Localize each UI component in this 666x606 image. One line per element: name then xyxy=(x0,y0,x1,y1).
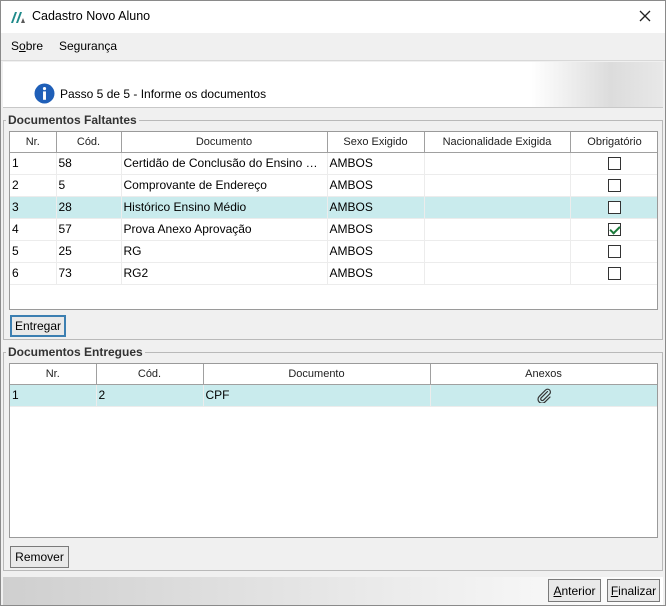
info-icon xyxy=(34,83,55,104)
finalizar-button[interactable]: Finalizar xyxy=(607,579,660,602)
app-logo-icon xyxy=(11,12,25,23)
delivered-documents-table: Nr. Cód. Documento Anexos 1 2 CPF xyxy=(9,363,658,538)
obrigatorio-checkbox[interactable] xyxy=(608,179,621,193)
cell-nr: 3 xyxy=(10,196,57,219)
cell-cod: 2 xyxy=(96,384,204,407)
table-header-row: Nr. Cód. Documento Sexo Exigido Nacional… xyxy=(10,132,657,153)
obrigatorio-checkbox[interactable] xyxy=(608,245,621,259)
col-header-documento[interactable]: Documento xyxy=(121,132,328,153)
missing-documents-table: Nr. Cód. Documento Sexo Exigido Nacional… xyxy=(9,131,658,310)
table-row[interactable]: 6 73 RG2 AMBOS xyxy=(10,262,657,285)
cell-nacionalidade xyxy=(424,240,571,263)
delivered-documents-legend: Documentos Entregues xyxy=(6,345,145,359)
col-header-documento[interactable]: Documento xyxy=(203,364,431,385)
cell-nr: 5 xyxy=(10,240,57,263)
main-window: Cadastro Novo Aluno Sobre Segurança Pass… xyxy=(0,0,666,606)
cell-obrigatorio xyxy=(570,152,657,175)
cell-cod: 5 xyxy=(56,174,122,197)
cell-documento: Histórico Ensino Médio xyxy=(121,196,328,219)
title-bar: Cadastro Novo Aluno xyxy=(1,1,665,33)
cell-anexos xyxy=(430,384,657,407)
cell-documento: RG2 xyxy=(121,262,328,285)
cell-documento: Comprovante de Endereço xyxy=(121,174,328,197)
col-header-nr[interactable]: Nr. xyxy=(10,364,97,385)
cell-nacionalidade xyxy=(424,262,571,285)
table-row[interactable]: 3 28 Histórico Ensino Médio AMBOS xyxy=(10,196,657,219)
cell-cod: 58 xyxy=(56,152,122,175)
remover-button[interactable]: Remover xyxy=(10,546,69,568)
menu-seguranca[interactable]: Segurança xyxy=(59,39,117,53)
cell-documento: CPF xyxy=(203,384,431,407)
window-title: Cadastro Novo Aluno xyxy=(32,9,151,23)
cell-nacionalidade xyxy=(424,152,571,175)
cell-sexo: AMBOS xyxy=(327,152,425,175)
cell-obrigatorio xyxy=(570,240,657,263)
cell-cod: 25 xyxy=(56,240,122,263)
footer-bar: Anterior Finalizar xyxy=(3,577,663,605)
table-header-row: Nr. Cód. Documento Anexos xyxy=(10,364,657,385)
cell-obrigatorio xyxy=(570,174,657,197)
cell-nr: 2 xyxy=(10,174,57,197)
cell-nacionalidade xyxy=(424,174,571,197)
step-banner: Passo 5 de 5 - Informe os documentos xyxy=(3,62,663,108)
cell-nr: 6 xyxy=(10,262,57,285)
obrigatorio-checkbox[interactable] xyxy=(608,201,621,215)
cell-sexo: AMBOS xyxy=(327,262,425,285)
cell-cod: 28 xyxy=(56,196,122,219)
cell-documento: RG xyxy=(121,240,328,263)
cell-obrigatorio xyxy=(570,218,657,241)
obrigatorio-checkbox[interactable] xyxy=(608,223,621,237)
cell-obrigatorio xyxy=(570,262,657,285)
table-row[interactable]: 2 5 Comprovante de Endereço AMBOS xyxy=(10,174,657,197)
col-header-nr[interactable]: Nr. xyxy=(10,132,57,153)
table-row[interactable]: 1 2 CPF xyxy=(10,384,657,407)
cell-nacionalidade xyxy=(424,196,571,219)
cell-sexo: AMBOS xyxy=(327,218,425,241)
col-header-anexos[interactable]: Anexos xyxy=(430,364,657,385)
close-button[interactable] xyxy=(625,1,665,31)
cell-sexo: AMBOS xyxy=(327,240,425,263)
table-row[interactable]: 4 57 Prova Anexo Aprovação AMBOS xyxy=(10,218,657,241)
missing-documents-legend: Documentos Faltantes xyxy=(6,113,139,127)
cell-sexo: AMBOS xyxy=(327,196,425,219)
cell-cod: 73 xyxy=(56,262,122,285)
cell-sexo: AMBOS xyxy=(327,174,425,197)
entregar-button[interactable]: Entregar xyxy=(10,315,66,337)
cell-nr: 1 xyxy=(10,152,57,175)
step-text: Passo 5 de 5 - Informe os documentos xyxy=(60,87,267,101)
cell-nr: 1 xyxy=(10,384,97,407)
obrigatorio-checkbox[interactable] xyxy=(608,157,621,171)
close-icon xyxy=(639,10,651,22)
cell-nacionalidade xyxy=(424,218,571,241)
table-row[interactable]: 5 25 RG AMBOS xyxy=(10,240,657,263)
missing-documents-group: Documentos Faltantes Nr. Cód. Documento … xyxy=(3,113,663,340)
anterior-button[interactable]: Anterior xyxy=(548,579,601,602)
col-header-cod[interactable]: Cód. xyxy=(96,364,204,385)
cell-cod: 57 xyxy=(56,218,122,241)
col-header-sexo-exigido[interactable]: Sexo Exigido xyxy=(327,132,425,153)
cell-documento: Certidão de Conclusão do Ensino M... xyxy=(121,152,328,175)
delivered-documents-group: Documentos Entregues Nr. Cód. Documento … xyxy=(3,345,663,571)
obrigatorio-checkbox[interactable] xyxy=(608,267,621,281)
col-header-cod[interactable]: Cód. xyxy=(56,132,122,153)
cell-nr: 4 xyxy=(10,218,57,241)
menu-bar: Sobre Segurança xyxy=(1,33,665,61)
cell-documento: Prova Anexo Aprovação xyxy=(121,218,328,241)
col-header-nacionalidade-exigida[interactable]: Nacionalidade Exigida xyxy=(424,132,571,153)
paperclip-icon[interactable] xyxy=(536,387,552,404)
col-header-obrigatorio[interactable]: Obrigatório xyxy=(570,132,657,153)
menu-sobre[interactable]: Sobre xyxy=(11,39,43,53)
cell-obrigatorio xyxy=(570,196,657,219)
table-row[interactable]: 1 58 Certidão de Conclusão do Ensino M..… xyxy=(10,152,657,175)
